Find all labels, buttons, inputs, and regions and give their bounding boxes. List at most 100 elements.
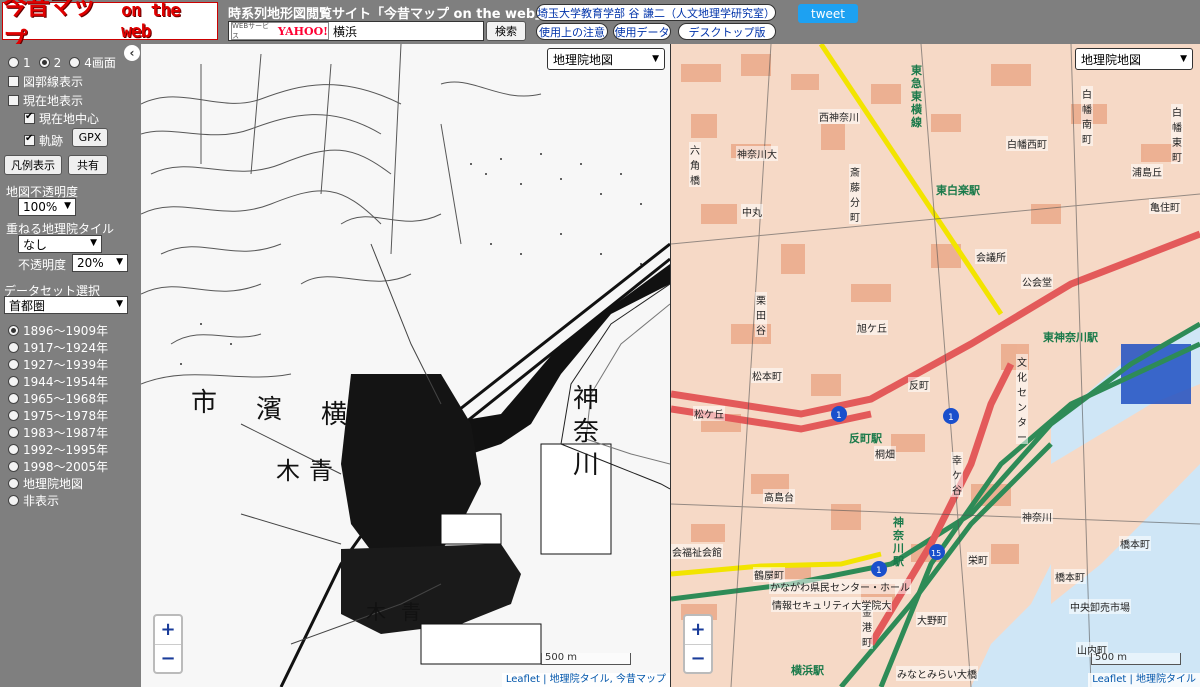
usage-notice-link[interactable]: 使用上の注意 [536,23,608,40]
place-label: 情報セキュリティ大学院大 [771,597,893,612]
period-radio[interactable] [8,478,19,489]
period-label: 1975～1978年 [23,409,109,423]
share-button[interactable]: 共有 [68,155,108,175]
gpx-button[interactable]: GPX [72,128,108,147]
period-radio[interactable] [8,461,19,472]
place-label: 幸ケ谷 [951,452,963,497]
legend-button[interactable]: 凡例表示 [4,155,62,175]
dropdown-arrow-icon: ▼ [652,54,659,64]
period-option[interactable]: 地理院地図 [8,475,83,492]
right-scale-bar: 500 m [1091,653,1181,665]
period-radio[interactable] [8,427,19,438]
overlay-opacity-select[interactable]: 20% ▼ [72,254,128,272]
right-map-layer-value: 地理院地図 [1081,52,1142,67]
station-label: 反町駅 [849,432,882,445]
period-option[interactable]: 1896～1909年 [8,322,108,339]
center-location-label: 現在地中心 [39,112,100,126]
period-radio[interactable] [8,325,19,336]
zoom-out-button[interactable]: − [685,645,711,673]
overlay-value: なし [23,237,48,252]
svg-text:1: 1 [948,413,954,423]
place-label: 白幡東町 [1171,104,1183,164]
period-option[interactable]: 1927～1939年 [8,356,108,373]
place-label: 桐畑 [874,446,896,461]
svg-text:15: 15 [931,549,941,558]
period-option[interactable]: 非表示 [8,492,59,509]
grid-line-checkbox[interactable] [8,76,19,87]
view-4-radio[interactable] [69,57,81,68]
place-label: 反町 [908,377,930,392]
grid-line-option[interactable]: 図郭線表示 [8,73,83,90]
period-label: 地理院地図 [23,477,84,491]
overlay-opacity-value: 20% [77,256,104,270]
search-input[interactable] [333,22,483,40]
show-location-checkbox[interactable] [8,95,19,106]
period-radio[interactable] [8,393,19,404]
old-map-pane[interactable]: 市 濱 横 神 奈 川 木 青 木 青 地理院地図 ▼ + − 500 m Lea… [141,44,670,687]
place-label: 高島台 [763,489,795,504]
place-label: 中丸 [741,204,763,219]
opacity-value: 100% [23,200,58,214]
track-checkbox[interactable] [24,133,35,146]
period-label: 1965～1968年 [23,392,109,406]
yahoo-logo: YAHOO! [277,24,328,38]
author-link[interactable]: 埼玉大学教育学部 谷 謙二（人文地理学研究室） [536,4,776,21]
place-label: 亀住町 [1149,199,1181,214]
period-option[interactable]: 1992～1995年 [8,441,108,458]
period-radio[interactable] [8,342,19,353]
opacity-select[interactable]: 100% ▼ [18,198,76,216]
zoom-in-button[interactable]: + [155,616,181,645]
rail-line-label: 東急東横線 [911,64,922,129]
place-label: 文化センター [1016,354,1028,444]
place-label: 大野町 [916,612,948,627]
map-label-ki-2: 木 [366,600,386,624]
place-label: 栗田谷 [755,292,767,337]
period-label: 1896～1909年 [23,324,109,338]
period-option[interactable]: 1965～1968年 [8,390,108,407]
place-label: 会議所 [975,249,1007,264]
period-option[interactable]: 1944～1954年 [8,373,108,390]
period-label: 1944～1954年 [23,375,109,389]
view-2-radio[interactable] [38,57,50,68]
current-map-pane[interactable]: 1 1 1 15 西神奈川 神奈川大 六角橋 斎藤分町 白幡西町 白幡東町 白幡… [671,44,1200,687]
left-map-layer-select[interactable]: 地理院地図 ▼ [547,48,665,70]
period-radio[interactable] [8,495,19,506]
track-label: 軌跡 [39,134,64,148]
place-label: 神奈川大 [736,146,778,161]
dataset-select[interactable]: 首都圏 ▼ [4,296,128,314]
place-label: みなとみらい大橋 [896,666,978,681]
zoom-out-button[interactable]: − [155,645,181,673]
collapse-sidebar-icon[interactable]: ‹ [124,45,140,61]
place-label: 六角橋 [689,142,701,187]
station-label: 東白楽駅 [936,184,980,197]
period-option[interactable]: 1983～1987年 [8,424,108,441]
zoom-in-button[interactable]: + [685,616,711,645]
map-label-kawa: 川 [573,450,600,480]
place-label: 公会堂 [1021,274,1053,289]
period-radio[interactable] [8,410,19,421]
search-button[interactable]: 検索 [486,21,526,41]
period-radio[interactable] [8,376,19,387]
show-location-label: 現在地表示 [23,94,84,108]
right-map-layer-select[interactable]: 地理院地図 ▼ [1075,48,1193,70]
data-used-link[interactable]: 使用データ [613,23,671,40]
center-location-checkbox[interactable] [24,111,35,124]
overlay-select[interactable]: なし ▼ [18,235,102,253]
period-option[interactable]: 1998～2005年 [8,458,108,475]
map-label-shi: 市 [191,388,218,418]
show-location-option[interactable]: 現在地表示 [8,92,83,109]
period-option[interactable]: 1975～1978年 [8,407,108,424]
center-location-option[interactable]: 現在地中心 [24,110,99,127]
grid-line-label: 図郭線表示 [23,75,84,89]
period-option[interactable]: 1917～1924年 [8,339,108,356]
view-1-radio[interactable] [8,57,19,68]
place-label: 中央卸売市場 [1069,599,1131,614]
track-option[interactable]: 軌跡 [24,132,63,149]
dataset-value: 首都圏 [9,298,46,313]
period-radio[interactable] [8,444,19,455]
map-label-na: 奈 [573,417,600,447]
tweet-button[interactable]: tweet [798,4,858,23]
desktop-version-link[interactable]: デスクトップ版 [678,23,776,40]
period-radio[interactable] [8,359,19,370]
site-logo[interactable]: 今昔マップ on the web [2,0,218,55]
